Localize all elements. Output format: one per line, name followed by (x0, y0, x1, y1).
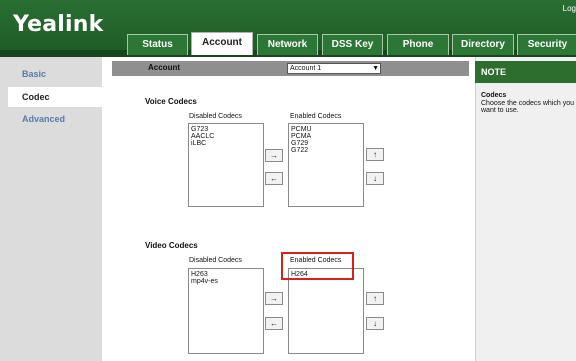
voice-down-button[interactable]: ↓ (366, 172, 384, 185)
chevron-down-icon: ▼ (372, 65, 379, 72)
note-text: Choose the codecs which you want to use. (481, 100, 574, 114)
note-title: Codecs (481, 92, 507, 99)
note-header: NOTE (475, 61, 576, 83)
account-label: Account (148, 63, 180, 72)
list-item[interactable]: AACLC (191, 133, 261, 140)
video-down-button[interactable]: ↓ (366, 317, 384, 330)
voice-up-button[interactable]: ↑ (366, 148, 384, 161)
tab-phone[interactable]: Phone (387, 34, 449, 55)
voice-enabled-list[interactable]: PCMU PCMA G729 G722 (288, 123, 364, 207)
account-select[interactable]: Account 1 ▼ (287, 63, 381, 74)
voice-move-right-button[interactable]: → (265, 149, 283, 162)
video-disabled-label: Disabled Codecs (189, 257, 242, 264)
voice-codecs-title: Voice Codecs (145, 97, 197, 106)
tab-dss-key[interactable]: DSS Key (322, 34, 383, 55)
list-item[interactable]: PCMU (291, 126, 361, 133)
voice-disabled-label: Disabled Codecs (189, 113, 242, 120)
voice-move-left-button[interactable]: ← (265, 172, 283, 185)
sidebar-item-basic[interactable]: Basic (8, 64, 102, 84)
list-item[interactable]: G729 (291, 140, 361, 147)
video-disabled-list[interactable]: H263 mp4v-es (188, 268, 264, 354)
list-item[interactable]: PCMA (291, 133, 361, 140)
video-move-left-button[interactable]: ← (265, 317, 283, 330)
list-item[interactable]: H263 (191, 271, 261, 278)
tab-status[interactable]: Status (127, 34, 188, 55)
tab-network[interactable]: Network (257, 34, 318, 55)
list-item[interactable]: G722 (291, 147, 361, 154)
tab-account[interactable]: Account (191, 32, 253, 55)
sidebar-item-advanced[interactable]: Advanced (8, 109, 102, 129)
voice-enabled-label: Enabled Codecs (290, 113, 342, 120)
voice-disabled-list[interactable]: G723 AACLC iLBC (188, 123, 264, 207)
tab-directory[interactable]: Directory (452, 34, 514, 55)
video-move-right-button[interactable]: → (265, 292, 283, 305)
video-codecs-title: Video Codecs (145, 241, 198, 250)
list-item[interactable]: mp4v-es (191, 278, 261, 285)
account-select-value: Account 1 (290, 65, 322, 72)
list-item[interactable]: G723 (191, 126, 261, 133)
list-item[interactable]: iLBC (191, 140, 261, 147)
logout-link[interactable]: Log (563, 4, 576, 13)
tab-security[interactable]: Security (517, 34, 576, 55)
video-enabled-list[interactable]: H264 (288, 268, 364, 354)
yealink-logo: Yealink (13, 12, 104, 37)
highlight-box (281, 252, 354, 280)
video-up-button[interactable]: ↑ (366, 292, 384, 305)
sidebar-item-codec[interactable]: Codec (8, 87, 102, 107)
